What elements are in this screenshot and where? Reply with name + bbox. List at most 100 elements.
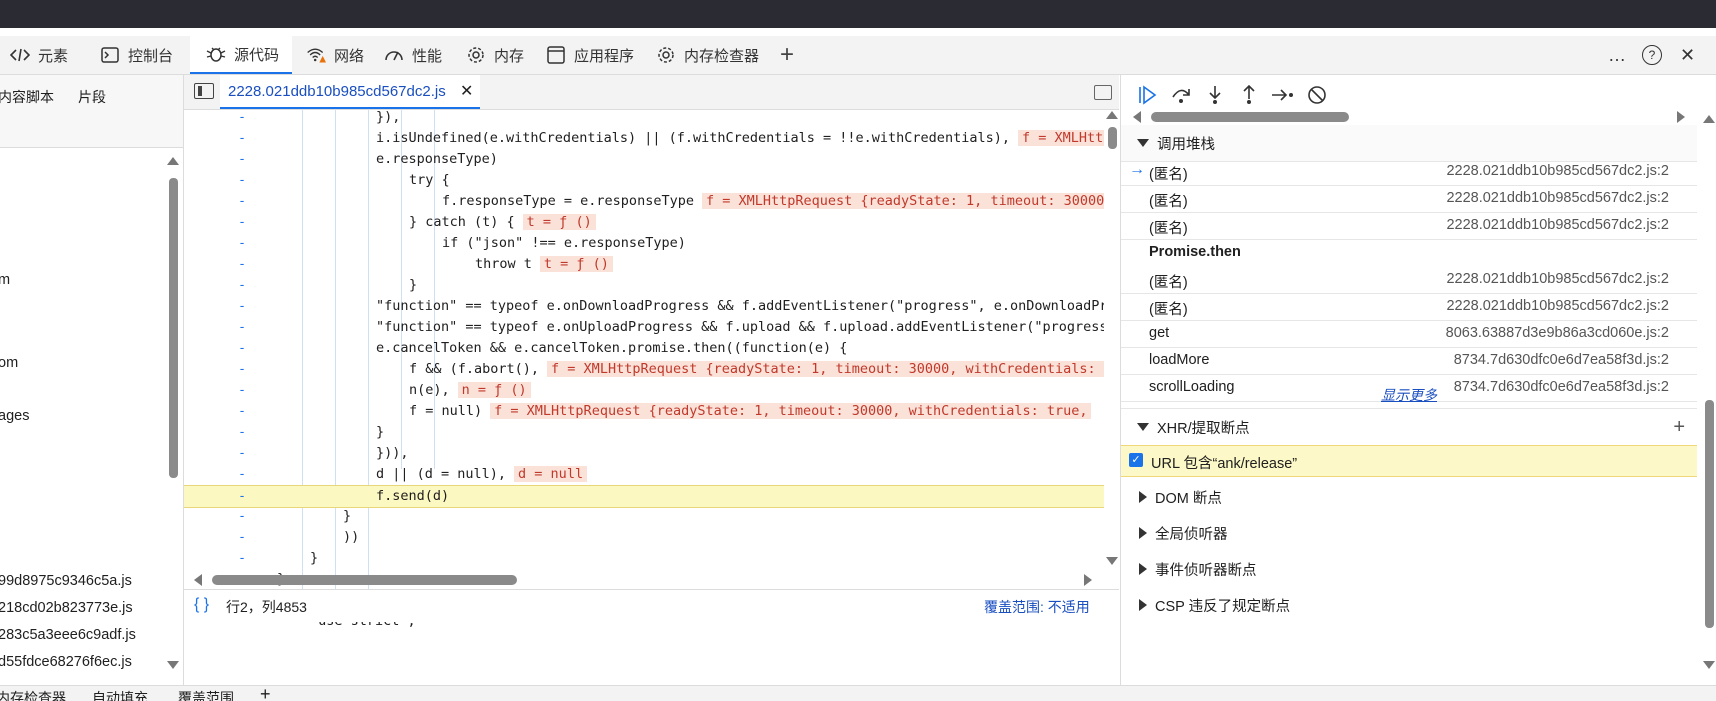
call-frame[interactable]: → (匿名) 2228.021ddb10b985cd567dc2.js:2 [1121, 158, 1697, 186]
line-gutter-marker[interactable]: - [236, 275, 248, 296]
toolbar-scroll-left[interactable] [1133, 111, 1141, 123]
code-line[interactable]: - f.responseType = e.responseType f = XMLH… [184, 191, 1104, 212]
debugger-scroll-up[interactable] [1703, 115, 1715, 123]
call-stack-header[interactable]: 调用堆栈 [1121, 125, 1697, 162]
tab-sources[interactable]: 源代码 [190, 36, 292, 74]
step-over-icon[interactable] [1167, 81, 1195, 109]
toolbar-scrollbar[interactable] [1151, 112, 1349, 122]
editor-scroll-up[interactable] [1106, 111, 1118, 119]
toggle-debugger-icon[interactable] [1094, 85, 1112, 100]
tab-application[interactable]: 应用程序 [546, 36, 634, 74]
scroll-down-arrow[interactable] [167, 661, 179, 669]
call-frame[interactable]: get 8063.63887d3e9b86a3cd060e.js:2 [1121, 320, 1697, 348]
call-frame[interactable]: (匿名) 2228.021ddb10b985cd567dc2.js:2 [1121, 266, 1697, 294]
file-item[interactable]: 283c5a3eee6c9adf.js [0, 627, 136, 643]
frame-location[interactable]: 2228.021ddb10b985cd567dc2.js:2 [1446, 163, 1669, 179]
frame-location[interactable]: 2228.021ddb10b985cd567dc2.js:2 [1446, 217, 1669, 233]
code-line[interactable]: - n(e), n = ƒ () [184, 380, 1104, 401]
tab-performance[interactable]: 性能 [384, 36, 442, 74]
frame-location[interactable]: 8063.63887d3e9b86a3cd060e.js:2 [1446, 325, 1669, 341]
show-more-link[interactable]: 显示更多 [1381, 385, 1437, 405]
frame-location[interactable]: 8734.7d630dfc0e6d7ea58f3d.js:2 [1454, 352, 1669, 368]
code-line[interactable]: - e.cancelToken && e.cancelToken.promise.… [184, 338, 1104, 359]
line-gutter-marker[interactable]: - [236, 233, 248, 254]
code-line[interactable]: - e.responseType) [184, 149, 1104, 170]
scroll-left-arrow[interactable] [194, 574, 202, 586]
navigator-scrollbar[interactable] [169, 178, 178, 478]
code-line[interactable]: - d || (d = null), d = null [184, 464, 1104, 485]
tree-item[interactable]: m [0, 272, 10, 288]
tab-console[interactable]: 控制台 [100, 36, 173, 74]
line-gutter-marker[interactable]: - [236, 486, 248, 507]
drawer-add-tab-button[interactable]: + [260, 686, 271, 701]
code-line[interactable]: - throw tt = ƒ () [184, 254, 1104, 275]
help-button[interactable]: ? [1642, 36, 1662, 74]
pretty-print-button[interactable]: { } [194, 596, 209, 614]
close-file-icon[interactable]: ✕ [460, 81, 473, 101]
add-xhr-breakpoint-button[interactable]: + [1673, 416, 1685, 439]
call-frame[interactable]: (匿名) 2228.021ddb10b985cd567dc2.js:2 [1121, 185, 1697, 213]
global-listeners-header[interactable]: 全局侦听器 [1121, 515, 1697, 551]
line-gutter-marker[interactable]: - [236, 149, 248, 170]
frame-location[interactable]: 2228.021ddb10b985cd567dc2.js:2 [1446, 271, 1669, 287]
code-line[interactable]: - try { [184, 170, 1104, 191]
drawer-tab[interactable]: 内存检查器 [0, 688, 66, 701]
line-gutter-marker[interactable]: - [236, 422, 248, 443]
file-item[interactable]: 218cd02b823773e.js [0, 600, 133, 616]
debugger-scroll-down[interactable] [1703, 661, 1715, 669]
line-gutter-marker[interactable]: - [236, 191, 248, 212]
tab-memory[interactable]: 内存 [466, 36, 524, 74]
xhr-breakpoint-row[interactable]: ✓ URL 包含“ank/release” [1121, 445, 1697, 477]
line-gutter-marker[interactable]: - [236, 527, 248, 548]
line-gutter-marker[interactable]: - [236, 170, 248, 191]
call-frame[interactable]: loadMore 8734.7d630dfc0e6d7ea58f3d.js:2 [1121, 347, 1697, 375]
tab-elements[interactable]: 元素 [10, 36, 68, 74]
code-line[interactable]: -)) [184, 527, 1104, 548]
step-into-icon[interactable] [1201, 81, 1229, 109]
xhr-breakpoints-header[interactable]: XHR/提取断点 + [1121, 408, 1697, 446]
scroll-right-arrow[interactable] [1084, 574, 1092, 586]
line-gutter-marker[interactable]: - [236, 401, 248, 422]
line-gutter-marker[interactable]: - [236, 338, 248, 359]
code-line[interactable]: - f = null) f = XMLHttpRequest {readyState… [184, 401, 1104, 422]
code-line[interactable]: - i.isUndefined(e.withCredentials) || (f.… [184, 128, 1104, 149]
add-tab-button[interactable]: + [780, 36, 794, 74]
horizontal-scrollbar[interactable] [212, 575, 517, 585]
step-out-icon[interactable] [1235, 81, 1263, 109]
xhr-breakpoint-checkbox[interactable]: ✓ [1129, 453, 1143, 467]
tree-item[interactable]: ages [0, 408, 29, 424]
file-item[interactable]: d55fdce68276f6ec.js [0, 654, 132, 670]
scroll-up-arrow[interactable] [167, 157, 179, 165]
code-line[interactable]: -} catch (t) {t = ƒ () [184, 212, 1104, 233]
csp-breakpoints-header[interactable]: CSP 违反了规定断点 [1121, 587, 1697, 623]
resume-icon[interactable] [1133, 81, 1161, 109]
coverage-link[interactable]: 覆盖范围: 不适用 [984, 597, 1090, 617]
toolbar-scroll-right[interactable] [1677, 111, 1685, 123]
line-gutter-marker[interactable]: - [236, 548, 248, 569]
call-frame[interactable]: (匿名) 2228.021ddb10b985cd567dc2.js:2 [1121, 293, 1697, 321]
code-line[interactable]: -})), [184, 443, 1104, 464]
line-gutter-marker[interactable]: - [236, 317, 248, 338]
drawer-tab[interactable]: 自动填充 [92, 688, 148, 701]
drawer-tab[interactable]: 覆盖范围 [178, 688, 234, 701]
editor-scroll-down[interactable] [1106, 557, 1118, 565]
more-options-button[interactable]: … [1608, 36, 1626, 74]
deactivate-breakpoints-icon[interactable] [1303, 81, 1331, 109]
line-gutter-marker[interactable]: - [236, 296, 248, 317]
code-line[interactable]: -} [184, 506, 1104, 527]
frame-location[interactable]: 2228.021ddb10b985cd567dc2.js:2 [1446, 190, 1669, 206]
editor-vertical-scrollbar[interactable] [1108, 127, 1117, 149]
code-line[interactable]: - "function" == typeof e.onDownloadProgre… [184, 296, 1104, 317]
tab-memory-inspector[interactable]: 内存检查器 [656, 36, 759, 74]
debugger-vertical-scrollbar[interactable] [1705, 400, 1714, 628]
code-line[interactable]: -} [184, 548, 1104, 569]
line-gutter-marker[interactable]: - [236, 359, 248, 380]
line-gutter-marker[interactable]: - [236, 128, 248, 149]
toggle-navigator-icon[interactable] [194, 83, 214, 99]
call-frame[interactable]: (匿名) 2228.021ddb10b985cd567dc2.js:2 [1121, 212, 1697, 240]
code-line[interactable]: - if ("json" !== e.responseType) [184, 233, 1104, 254]
code-line[interactable]: - "function" == typeof e.onUploadProgress… [184, 317, 1104, 338]
line-gutter-marker[interactable]: - [236, 212, 248, 233]
file-item[interactable]: 99d8975c9346c5a.js [0, 573, 132, 589]
line-gutter-marker[interactable]: - [236, 464, 248, 485]
